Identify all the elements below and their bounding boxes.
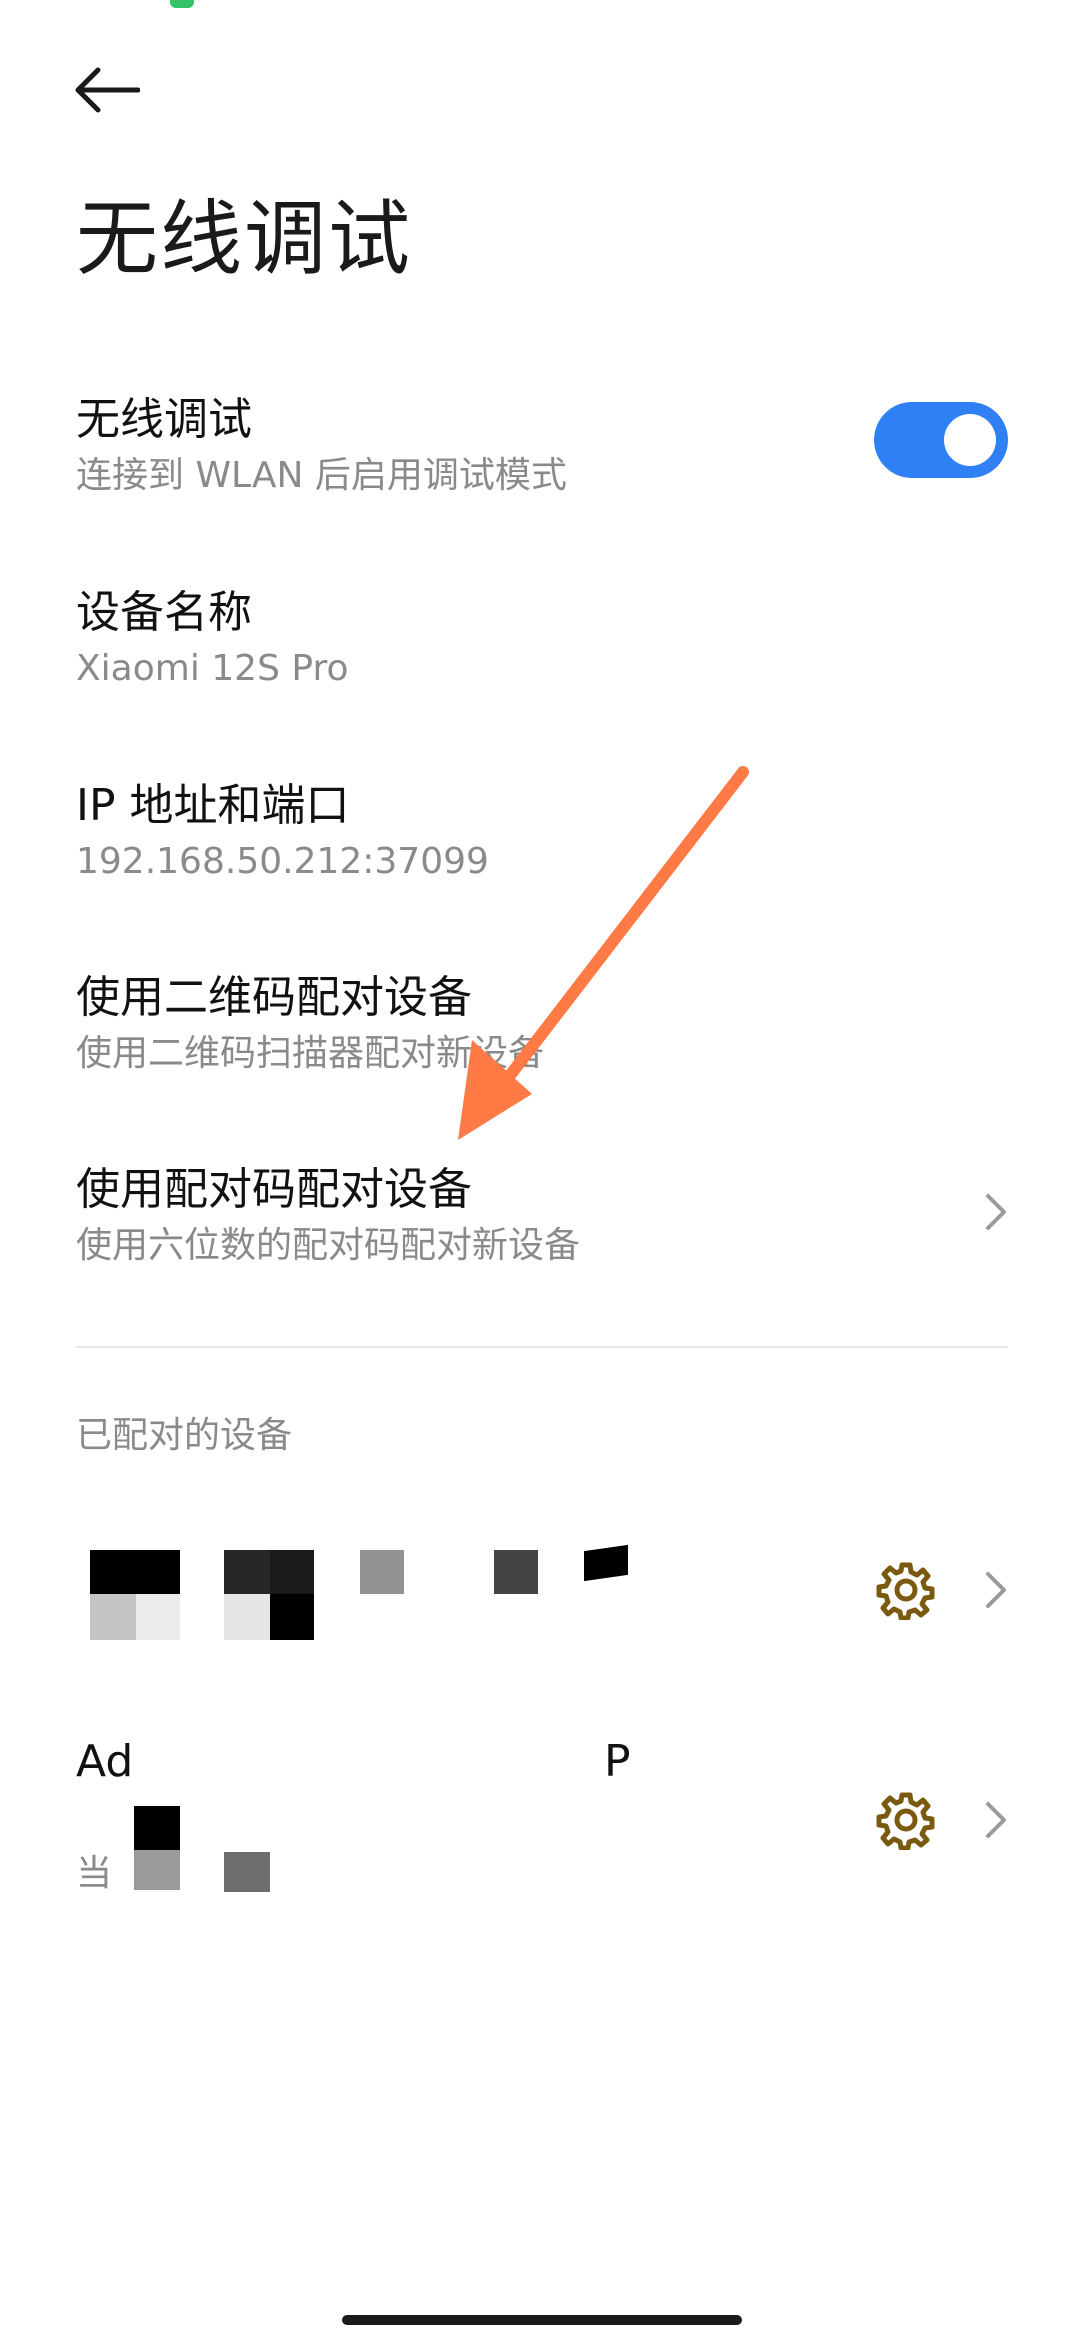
redacted-block: [224, 1852, 270, 1892]
paired-device-status: 当: [76, 1853, 113, 1894]
paired-device-name: Ad: [76, 1736, 134, 1787]
redacted-block: [360, 1550, 404, 1594]
paired-device-name-end: P: [604, 1736, 631, 1787]
pair-code-title: 使用配对码配对设备: [76, 1164, 472, 1215]
redacted-block: [90, 1594, 136, 1640]
redacted-block: [134, 1806, 180, 1850]
device-name-row[interactable]: 设备名称 Xiaomi 12S Pro: [0, 575, 1080, 695]
redacted-block: [224, 1550, 270, 1594]
redacted-block: [494, 1550, 538, 1594]
paired-device-item[interactable]: Ad P 当: [0, 1720, 1080, 1930]
paired-devices-header: 已配对的设备: [76, 1415, 293, 1456]
wireless-debugging-subtitle: 连接到 WLAN 后启用调试模式: [76, 455, 567, 496]
pair-qr-title: 使用二维码配对设备: [76, 972, 472, 1023]
arrow-left-icon: [75, 67, 140, 113]
pair-qr-subtitle: 使用二维码扫描器配对新设备: [76, 1033, 545, 1074]
chevron-right-icon: [986, 1802, 1006, 1838]
section-divider: [76, 1346, 1008, 1348]
home-indicator[interactable]: [342, 2315, 742, 2325]
pair-code-subtitle: 使用六位数的配对码配对新设备: [76, 1225, 581, 1266]
wireless-debugging-title: 无线调试: [76, 394, 252, 445]
redacted-block: [584, 1544, 628, 1582]
redacted-block: [136, 1594, 180, 1640]
gear-icon[interactable]: [876, 1790, 936, 1850]
pair-code-row[interactable]: 使用配对码配对设备 使用六位数的配对码配对新设备: [0, 1152, 1080, 1272]
toggle-knob: [944, 414, 996, 466]
chevron-right-icon: [986, 1194, 1006, 1230]
redacted-block: [134, 1850, 180, 1890]
redacted-block: [224, 1594, 270, 1640]
ip-port-title: IP 地址和端口: [76, 780, 350, 831]
gear-icon[interactable]: [876, 1560, 936, 1620]
device-name-value: Xiaomi 12S Pro: [76, 648, 349, 689]
ip-port-value: 192.168.50.212:37099: [76, 841, 489, 882]
redacted-block: [90, 1550, 180, 1594]
ip-port-row[interactable]: IP 地址和端口 192.168.50.212:37099: [0, 768, 1080, 888]
redacted-block: [270, 1594, 314, 1640]
device-name-title: 设备名称: [76, 587, 252, 638]
status-bar: [0, 0, 1080, 30]
wireless-debugging-toggle[interactable]: [874, 402, 1008, 478]
pair-qr-row[interactable]: 使用二维码配对设备 使用二维码扫描器配对新设备: [0, 960, 1080, 1080]
status-indicator-icon: [170, 0, 194, 8]
page-title: 无线调试: [76, 192, 413, 287]
chevron-right-icon: [986, 1572, 1006, 1608]
back-button[interactable]: [72, 60, 152, 120]
paired-device-item[interactable]: [0, 1520, 1080, 1660]
redacted-block: [270, 1550, 314, 1594]
